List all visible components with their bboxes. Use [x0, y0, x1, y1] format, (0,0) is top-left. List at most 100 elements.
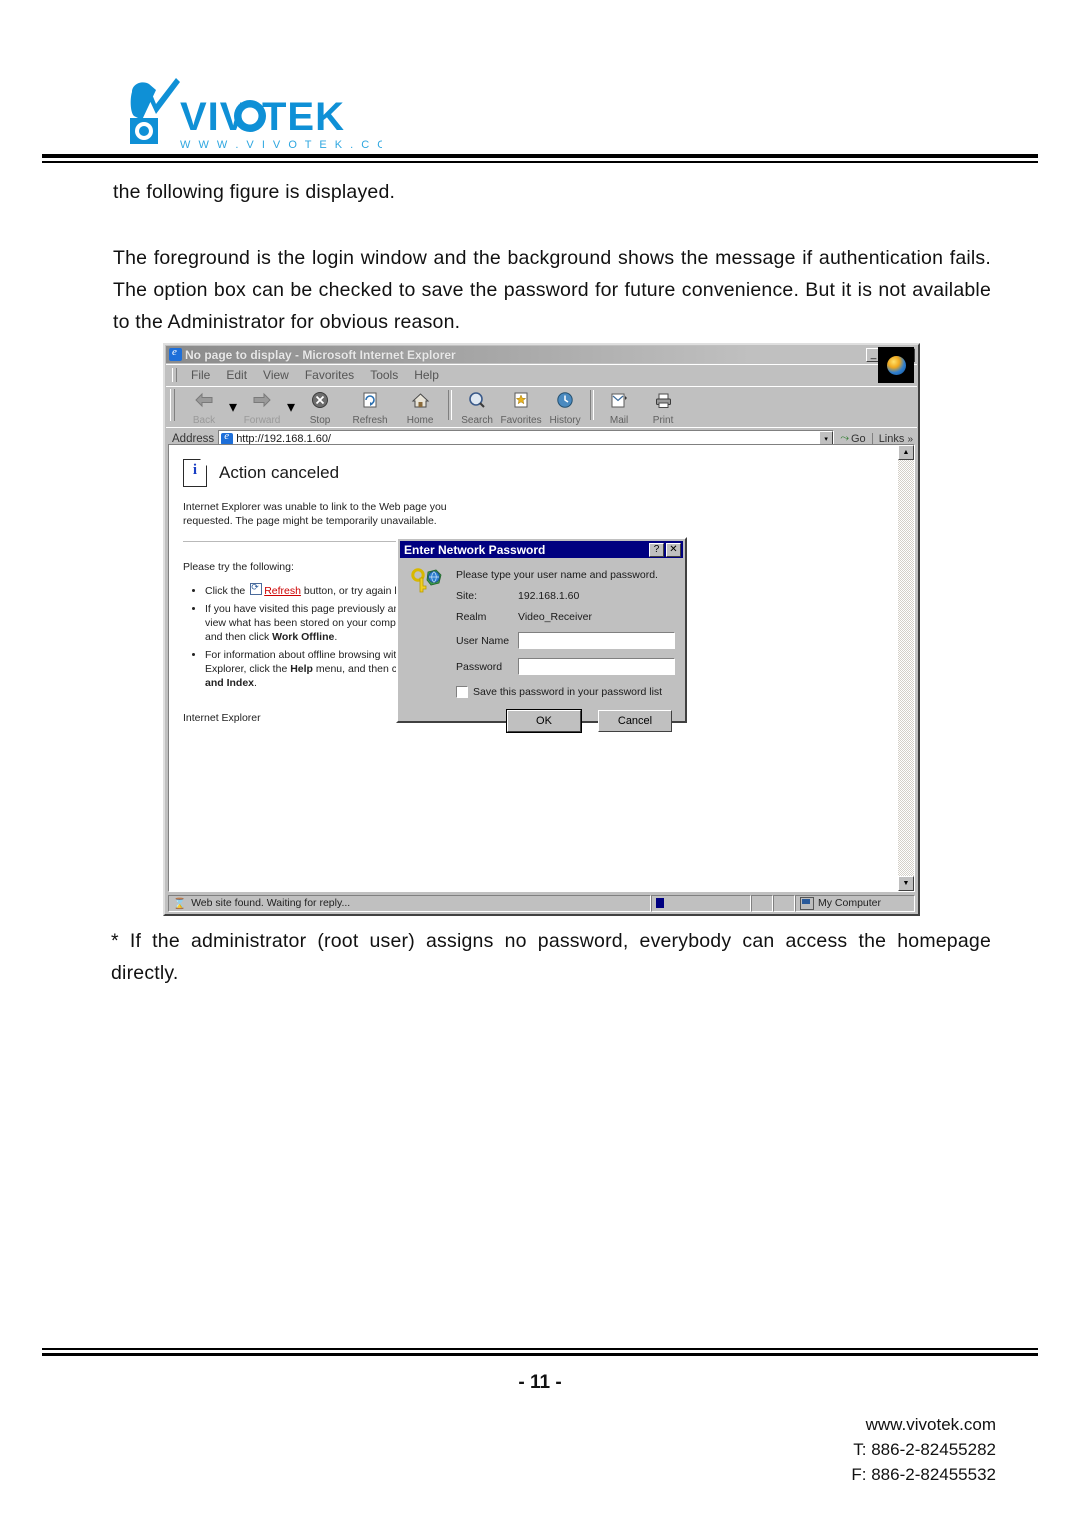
site-label: Site: [456, 590, 478, 602]
dialog-title: Enter Network Password [404, 542, 546, 557]
status-zone-text: My Computer [818, 897, 882, 909]
forward-dropdown-arrow-icon[interactable]: ▾ [287, 397, 295, 417]
footer-contact: www.vivotek.com T: 886-2-82455282 F: 886… [851, 1412, 996, 1487]
page-number: - 11 - [518, 1372, 562, 1393]
bullet-1-bold: Work Offline [272, 631, 335, 643]
menubar-grip[interactable] [172, 368, 177, 382]
scrollbar-track[interactable] [898, 460, 914, 876]
toolbar-print-button[interactable]: Print [641, 389, 685, 428]
paragraph-note: * If the administrator (root user) assig… [111, 930, 991, 984]
dialog-realm-row: Realm Video_Receiver [456, 611, 675, 623]
cancel-button[interactable]: Cancel [598, 710, 672, 732]
refresh-icon [345, 390, 395, 410]
enter-network-password-dialog: Enter Network Password ? ✕ Please type y… [396, 537, 687, 732]
dialog-prompt: Please type your user name and password. [456, 569, 658, 581]
toolbar-forward-label: Forward [243, 415, 281, 426]
scroll-up-button[interactable]: ▲ [898, 445, 914, 460]
dialog-body: Please type your user name and password.… [398, 558, 685, 732]
links-label: Links [878, 432, 905, 445]
toolbar-forward-button[interactable]: Forward [237, 389, 287, 428]
info-document-icon: i [183, 459, 207, 487]
vivotek-logo-icon: VIV TEK W W W . V I V O T E K . C O M [130, 78, 382, 151]
realm-value: Video_Receiver [518, 611, 592, 623]
bullet-1-post: . [334, 631, 338, 643]
search-icon [455, 390, 499, 410]
vertical-scrollbar[interactable]: ▲ ▼ [897, 445, 914, 891]
refresh-link[interactable]: Refresh [264, 585, 301, 597]
bullet-0-pre: Click the [205, 585, 249, 597]
username-label: User Name [456, 634, 510, 647]
stop-icon [295, 390, 345, 410]
password-input[interactable] [518, 658, 675, 675]
password-label: Password [456, 660, 503, 673]
scroll-down-button[interactable]: ▼ [898, 876, 914, 891]
toolbar-grip[interactable] [170, 389, 175, 421]
menu-item-view[interactable]: View [255, 368, 297, 382]
svg-text:W W W . V I V O T E K . C O M: W W W . V I V O T E K . C O M [180, 139, 382, 151]
progress-block [656, 898, 664, 908]
paragraph-description: The foreground is the login window and t… [113, 247, 991, 333]
status-bar: ⌛ Web site found. Waiting for reply... M… [168, 894, 915, 912]
toolbar-history-label: History [549, 415, 581, 426]
toolbar-home-label: Home [406, 415, 434, 426]
dialog-site-row: Site: 192.168.1.60 [456, 590, 675, 602]
dialog-password-row: Password [456, 658, 675, 675]
toolbar-mail-button[interactable]: Mail [597, 389, 641, 428]
arrow-left-icon [179, 390, 229, 410]
help-button[interactable]: ? [649, 542, 664, 557]
svg-text:TEK: TEK [262, 95, 345, 139]
links-button[interactable]: Links » [871, 432, 917, 445]
ie-logo-icon [169, 346, 182, 361]
save-password-checkbox[interactable] [456, 686, 468, 698]
username-input[interactable] [518, 632, 675, 649]
toolbar-favorites-button[interactable]: Favorites [499, 389, 543, 428]
site-value: 192.168.1.60 [518, 590, 580, 602]
header-divider [42, 154, 1038, 163]
toolbar-search-button[interactable]: Search [455, 389, 499, 428]
ok-button[interactable]: OK [507, 710, 581, 732]
menu-item-edit[interactable]: Edit [218, 368, 255, 382]
chevron-double-right-icon: » [907, 433, 913, 445]
status-pane-1 [751, 894, 773, 912]
mail-icon [597, 390, 641, 410]
dialog-buttons: OK Cancel [408, 710, 675, 732]
menu-item-help[interactable]: Help [406, 368, 447, 382]
footer-telephone: T: 886-2-82455282 [853, 1440, 996, 1459]
toolbar-stop-button[interactable]: Stop [295, 389, 345, 428]
toolbar-refresh-button[interactable]: Refresh [345, 389, 395, 428]
status-progress [651, 894, 751, 912]
key-and-globe-icon [410, 568, 444, 594]
footer-website: www.vivotek.com [865, 1415, 996, 1434]
error-description: Internet Explorer was unable to link to … [183, 501, 447, 527]
toolbar-divider [448, 390, 453, 420]
ie-animated-logo [878, 347, 914, 383]
window-titlebar: No page to display - Microsoft Internet … [166, 346, 917, 363]
go-label: Go [851, 432, 866, 445]
back-dropdown-arrow-icon[interactable]: ▾ [229, 397, 237, 417]
save-password-checkbox-row[interactable]: Save this password in your password list [456, 686, 675, 698]
save-password-label: Save this password in your password list [473, 686, 663, 698]
history-clock-icon [543, 390, 587, 410]
window-title: No page to display - Microsoft Internet … [185, 347, 456, 362]
dialog-username-row: User Name [456, 632, 675, 649]
arrow-right-icon [237, 390, 287, 410]
toolbar-stop-label: Stop [309, 415, 331, 426]
toolbar-back-label: Back [192, 415, 216, 426]
dialog-titlebar: Enter Network Password ? ✕ [400, 541, 683, 558]
toolbar-back-button[interactable]: Back [179, 389, 229, 428]
hourglass-icon: ⌛ [173, 897, 187, 910]
menu-item-favorites[interactable]: Favorites [297, 368, 362, 382]
bullet-2-bold: Help [290, 663, 313, 675]
browser-toolbar: Back ▾ Forward ▾ Stop Refresh Home Searc… [166, 386, 917, 426]
menu-item-file[interactable]: File [183, 368, 218, 382]
home-icon [395, 390, 445, 410]
error-heading: i Action canceled [183, 459, 897, 487]
toolbar-history-button[interactable]: History [543, 389, 587, 428]
menu-item-tools[interactable]: Tools [362, 368, 406, 382]
toolbar-divider-2 [590, 390, 595, 420]
menu-bar: File Edit View Favorites Tools Help [166, 347, 917, 385]
status-zone: My Computer [795, 894, 915, 912]
dialog-close-button[interactable]: ✕ [666, 542, 681, 557]
toolbar-home-button[interactable]: Home [395, 389, 445, 428]
toolbar-search-label: Search [461, 415, 493, 426]
